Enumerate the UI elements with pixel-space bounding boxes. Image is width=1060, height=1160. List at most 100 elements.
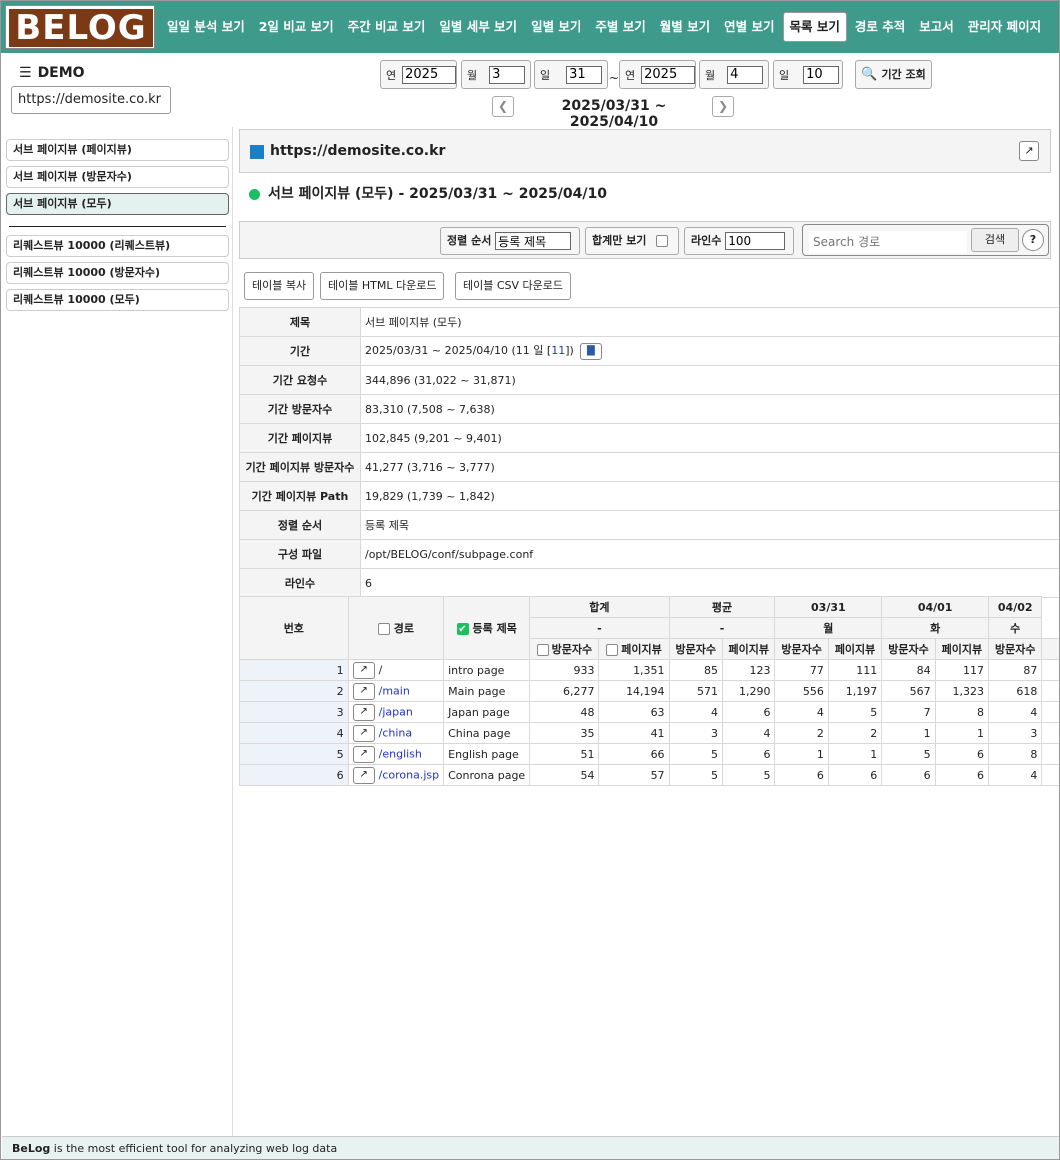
nav-item[interactable]: 보고서 bbox=[913, 12, 960, 42]
nav-item[interactable]: 일별 보기 bbox=[525, 12, 587, 42]
site-menu[interactable]: ☰ DEMO bbox=[19, 65, 85, 81]
value-cell: 54 bbox=[529, 764, 600, 786]
pageviews-header[interactable]: 페이지뷰 bbox=[598, 638, 670, 660]
sidebar-item-selected[interactable]: 서브 페이지뷰 (모두) bbox=[6, 193, 229, 215]
sum-checkbox[interactable] bbox=[536, 644, 549, 656]
value-cell: 5 bbox=[668, 764, 723, 786]
path-cell: ↗ /corona.jsp bbox=[347, 764, 445, 786]
path-checkbox[interactable] bbox=[377, 623, 390, 635]
value-cell: 5 bbox=[827, 701, 883, 723]
value-cell: 6 bbox=[934, 764, 990, 786]
sidebar-item[interactable]: 리퀘스트뷰 10000 (리퀘스트뷰) bbox=[6, 235, 229, 257]
trend-chart-icon[interactable]: ↗ bbox=[352, 661, 375, 679]
row-number: 6 bbox=[239, 764, 349, 786]
belog-logo[interactable]: BELOG bbox=[5, 5, 155, 49]
info-key: 기간 페이지뷰 Path bbox=[239, 481, 361, 511]
from-month-input[interactable] bbox=[489, 65, 526, 84]
value-cell: 123 bbox=[721, 659, 776, 681]
info-value-text: 102,845 (9,201 ~ 9,401) bbox=[365, 431, 502, 445]
site-header-url: https://demosite.co.kr bbox=[270, 143, 446, 159]
info-key: 기간 페이지뷰 bbox=[239, 423, 361, 453]
value-cell: 618 bbox=[988, 680, 1043, 702]
period-search-button[interactable]: 🔍 기간 조회 bbox=[855, 60, 932, 89]
value-cell: 1 bbox=[881, 722, 936, 744]
to-year-input[interactable] bbox=[641, 65, 696, 84]
trend-chart-icon[interactable]: ↗ bbox=[352, 766, 375, 784]
sidebar-item[interactable]: 서브 페이지뷰 (페이지뷰) bbox=[6, 139, 229, 161]
value-cell: 3 bbox=[988, 722, 1043, 744]
sum-checkbox[interactable] bbox=[606, 644, 619, 656]
metric-label: 페이지뷰 bbox=[941, 643, 983, 656]
nav-item[interactable]: 경로 추적 bbox=[849, 12, 911, 42]
visitors-header[interactable]: 방문자수 bbox=[529, 638, 600, 660]
title-cell: English page bbox=[443, 743, 531, 765]
nav-item[interactable]: 주별 보기 bbox=[589, 12, 651, 42]
to-day-input[interactable] bbox=[803, 65, 840, 84]
nav-item[interactable]: 연별 보기 bbox=[718, 12, 780, 42]
col-title-header[interactable]: ✔ 등록 제목 bbox=[443, 596, 531, 660]
status-dot-icon bbox=[249, 188, 260, 200]
info-row: 기간 페이지뷰 방문자수 41,277 (3,716 ~ 3,777) bbox=[239, 452, 1059, 482]
sort-select[interactable] bbox=[495, 232, 572, 250]
path-link[interactable]: /main bbox=[379, 684, 410, 697]
nav-item[interactable]: 주간 비교 보기 bbox=[342, 12, 432, 42]
value-cell: 8 bbox=[934, 701, 990, 723]
chevron-right-icon: ❯ bbox=[717, 99, 729, 113]
info-value: 344,896 (31,022 ~ 31,871) bbox=[360, 365, 1059, 395]
sidebar-divider bbox=[9, 226, 226, 227]
data-table: 번호 경로 ✔ 등록 제목 합계 평균 03/31 04/01 04/02- - 월 화 수 방문자수 페이… bbox=[239, 596, 1059, 786]
bar-chart-icon[interactable]: ▇ bbox=[579, 342, 602, 360]
trend-chart-icon[interactable]: ↗ bbox=[352, 703, 375, 721]
next-period-button[interactable]: ❯ bbox=[712, 96, 734, 117]
nav-item[interactable]: 일일 분석 보기 bbox=[161, 12, 251, 42]
path-search-button[interactable]: 검색 bbox=[971, 228, 1019, 252]
path-search-input[interactable] bbox=[809, 231, 967, 253]
nav-item[interactable]: 목록 보기 bbox=[782, 12, 847, 42]
trend-chart-icon[interactable]: ↗ bbox=[352, 724, 375, 742]
top-bar: BELOG 일일 분석 보기 2일 비교 보기 주간 비교 보기 일별 세부 보기 일별… bbox=[1, 1, 1059, 53]
sidebar-item[interactable]: 서브 페이지뷰 (방문자수) bbox=[6, 166, 229, 188]
prev-period-button[interactable]: ❮ bbox=[492, 96, 514, 117]
value-cell: 7 bbox=[881, 701, 936, 723]
search-icon: 🔍 bbox=[861, 67, 878, 82]
visitors-header: 방문자수 bbox=[988, 638, 1043, 660]
info-value-text: 19,829 (1,739 ~ 1,842) bbox=[365, 489, 495, 503]
from-year-box: 연 bbox=[380, 60, 457, 89]
day-label: 일 bbox=[540, 68, 551, 82]
total-only-checkbox[interactable] bbox=[656, 235, 669, 247]
path-cell: ↗ /japan bbox=[347, 701, 445, 723]
title-checkbox-checked[interactable]: ✔ bbox=[456, 623, 469, 635]
csv-download-button[interactable]: 테이블 CSV 다운로드 bbox=[455, 272, 572, 300]
path-link[interactable]: /english bbox=[379, 747, 422, 760]
sidebar-item[interactable]: 리퀘스트뷰 10000 (방문자수) bbox=[6, 262, 229, 284]
metric-label: 방문자수 bbox=[994, 643, 1036, 656]
day-header: 월 bbox=[774, 617, 883, 639]
help-icon[interactable]: ? bbox=[1022, 229, 1044, 251]
info-row: 구성 파일/opt/BELOG/conf/subpage.conf bbox=[239, 539, 1059, 569]
hamburger-icon[interactable]: ☰ bbox=[19, 65, 32, 81]
external-link-icon[interactable]: ↗ bbox=[1019, 141, 1039, 161]
nav-item[interactable]: 일별 세부 보기 bbox=[433, 12, 523, 42]
col-path-header[interactable]: 경로 bbox=[347, 596, 445, 660]
nav-item[interactable]: 2일 비교 보기 bbox=[253, 12, 340, 42]
from-day-input[interactable] bbox=[566, 65, 603, 84]
path-link[interactable]: /japan bbox=[379, 705, 413, 718]
sidebar-item[interactable]: 리퀘스트뷰 10000 (모두) bbox=[6, 289, 229, 311]
html-download-button[interactable]: 테이블 HTML 다운로드 bbox=[320, 272, 445, 300]
days-link[interactable]: 11 bbox=[551, 344, 565, 357]
to-month-input[interactable] bbox=[727, 65, 764, 84]
path-link[interactable]: /corona.jsp bbox=[379, 768, 439, 781]
footer-text: is the most efficient tool for analyzing… bbox=[50, 1142, 338, 1155]
path-link[interactable]: / bbox=[379, 663, 383, 676]
copy-table-button[interactable]: 테이블 복사 bbox=[244, 272, 315, 300]
from-year-input[interactable] bbox=[402, 65, 457, 84]
site-url-select[interactable]: https://demosite.co.kr bbox=[11, 86, 171, 114]
trend-chart-icon[interactable]: ↗ bbox=[352, 682, 375, 700]
nav-item[interactable]: 월별 보기 bbox=[654, 12, 716, 42]
value-cell: 85 bbox=[668, 659, 723, 681]
trend-chart-icon[interactable]: ↗ bbox=[352, 745, 375, 763]
metric-label: 방문자수 bbox=[551, 643, 593, 656]
nav-item[interactable]: 관리자 페이지 bbox=[962, 12, 1047, 42]
lines-input[interactable] bbox=[725, 232, 786, 250]
path-link[interactable]: /china bbox=[379, 726, 413, 739]
